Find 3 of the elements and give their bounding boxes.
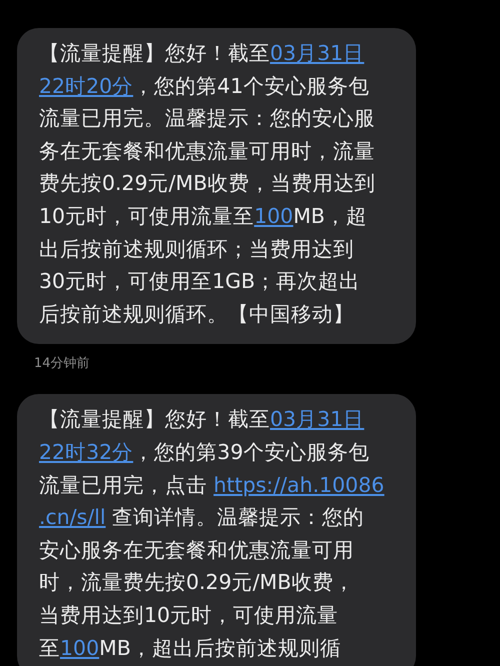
message-text: 【流量提醒】您好！截至03月31日 22时20分，您的第41个安心服务包 流量已用完。温馨提示：您的安心服 务在无套餐和优惠流量可用时，流量 费先按0.29元/MB收费，当费用达到 10元时，可使用流量至100MB，超 出后按前述规则循环；当费用达到 30元时，可使用至1GB；再次超出 后按前述规则循环。【中国移动】	[39, 40, 376, 328]
message-time: 14分钟前	[34, 355, 91, 372]
message-text: 【流量提醒】您好！截至03月31日 22时32分，您的第39个安心服务包 流量已用完，点击 https://ah.10086 .cn/s/ll 查询详情。温馨提示：您的 安心服务在无套餐和优惠流量可用 时，流量费先按0.29元/MB收费， 当费用达到10元时，可使用流量 至100MB，超出后按前述规则循	[39, 406, 386, 662]
